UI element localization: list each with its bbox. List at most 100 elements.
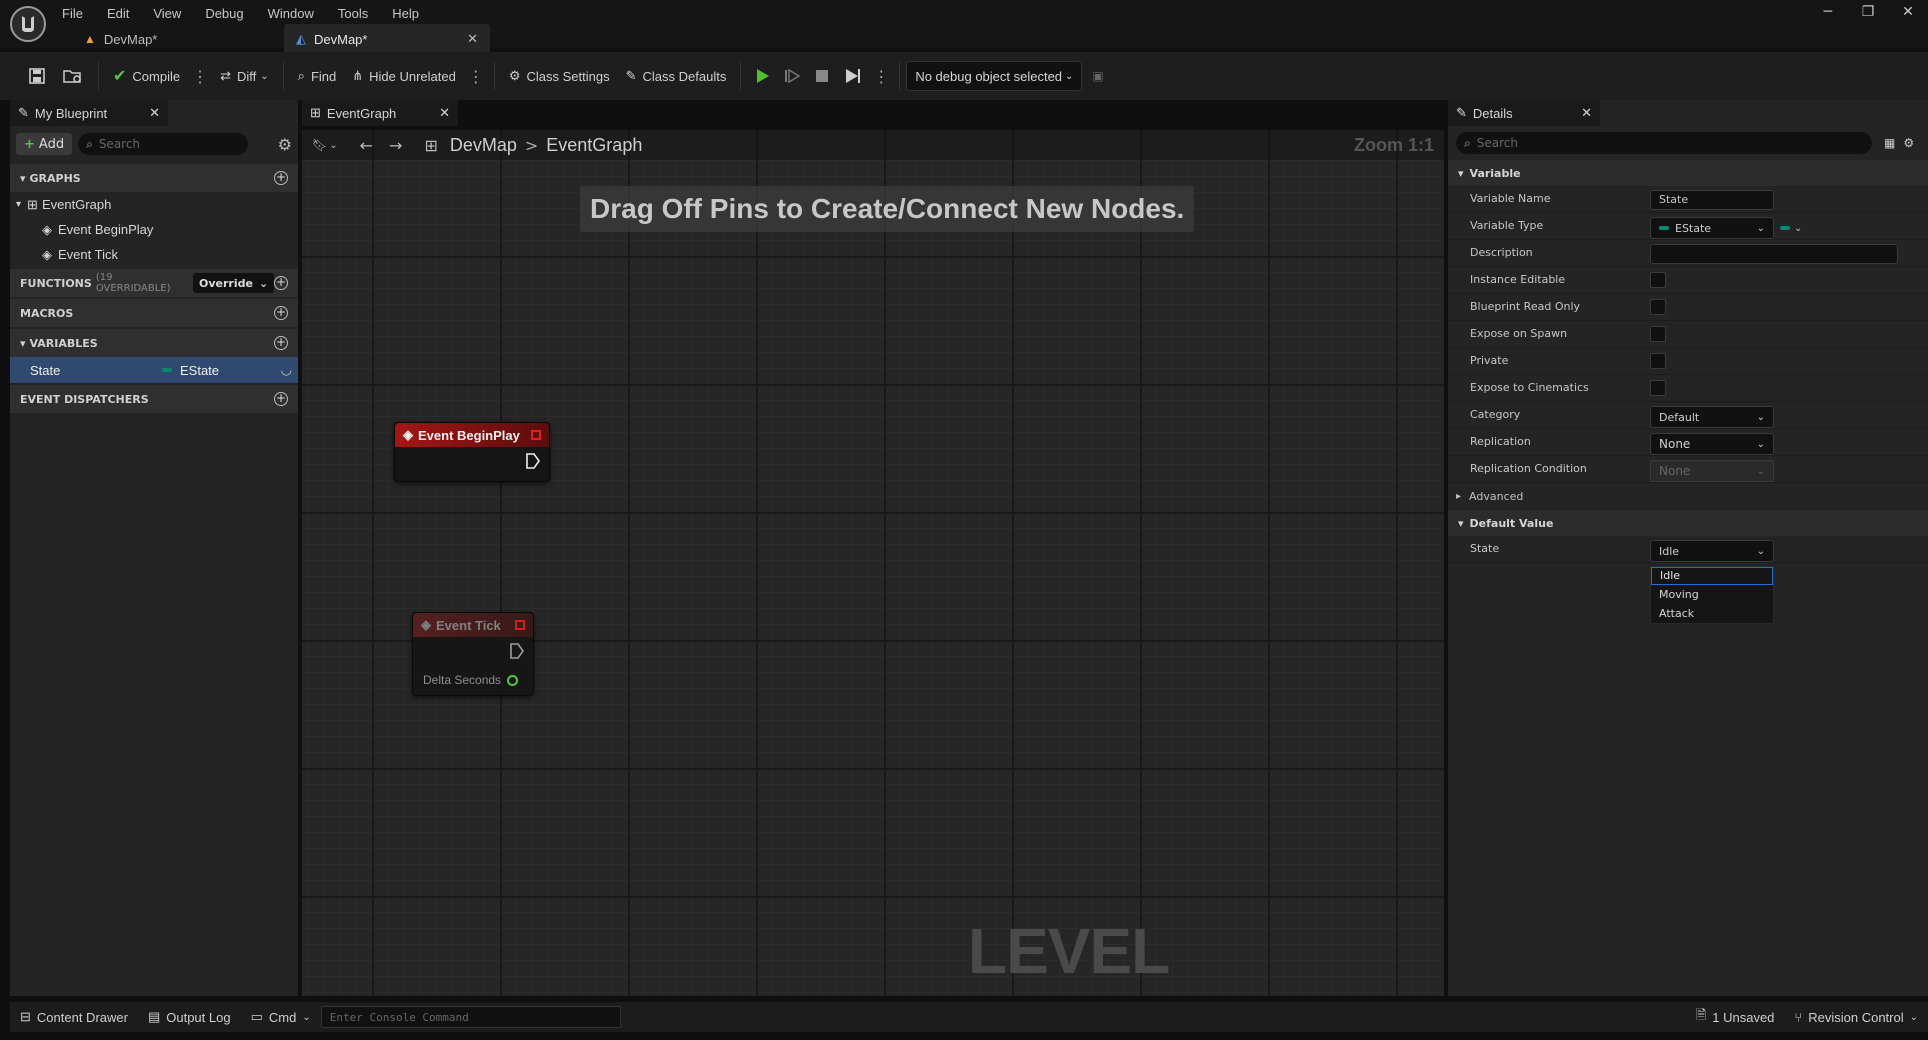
forward-arrow-icon[interactable]: → xyxy=(389,136,402,155)
add-button[interactable]: + Add xyxy=(16,133,73,155)
tab-devmap-blueprint[interactable]: ◭ DevMap* ✕ xyxy=(284,24,490,54)
functions-section-header[interactable]: FUNCTIONS (19 OVERRIDABLE) Override ⌄ + xyxy=(10,269,298,297)
tree-item-event-beginplay[interactable]: ◈ Event BeginPlay xyxy=(10,217,298,242)
node-event-beginplay[interactable]: ◈ Event BeginPlay xyxy=(394,422,550,482)
add-graph-icon[interactable]: + xyxy=(274,171,288,185)
row-expose-on-spawn: Expose on Spawn xyxy=(1448,321,1928,348)
chevron-down-icon: ⌄ xyxy=(258,276,269,290)
exec-pin-icon[interactable] xyxy=(525,453,541,469)
category-dropdown[interactable]: Default ⌄ xyxy=(1650,406,1774,428)
details-search-input[interactable]: ⌕ Search xyxy=(1456,132,1872,154)
graphs-section-header[interactable]: ▾ GRAPHS + xyxy=(10,164,298,192)
debug-object-select[interactable]: No debug object selected ⌄ xyxy=(906,61,1083,91)
dropdown-option-idle[interactable]: Idle xyxy=(1651,567,1773,585)
breadcrumb-root[interactable]: DevMap xyxy=(450,135,517,156)
gear-icon[interactable]: ⚙ xyxy=(1903,136,1914,150)
hide-unrelated-button[interactable]: ⋔ Hide Unrelated xyxy=(344,60,464,92)
expose-cinematics-checkbox[interactable] xyxy=(1650,380,1666,396)
variable-type-dropdown[interactable]: EState ⌄ xyxy=(1650,217,1774,239)
minimize-icon[interactable]: ─ xyxy=(1808,4,1848,20)
instance-editable-checkbox[interactable] xyxy=(1650,272,1666,288)
menu-edit[interactable]: Edit xyxy=(107,2,129,21)
read-only-checkbox[interactable] xyxy=(1650,299,1666,315)
add-macro-icon[interactable]: + xyxy=(274,306,288,320)
container-type-dropdown[interactable]: ⌄ xyxy=(1780,223,1802,234)
private-checkbox[interactable] xyxy=(1650,353,1666,369)
tab-details[interactable]: ✎ Details ✕ xyxy=(1448,100,1600,126)
row-advanced[interactable]: ▸ Advanced xyxy=(1448,483,1928,510)
console-command-input[interactable]: Enter Console Command xyxy=(320,1006,621,1028)
dropdown-option-moving[interactable]: Moving xyxy=(1651,585,1773,604)
collapse-arrow-icon: ▾ xyxy=(16,199,22,210)
bookmark-icon[interactable]: 🔖︎ xyxy=(312,138,327,152)
event-graph-canvas[interactable]: 🔖︎ ⌄ ← → ⊞ DevMap > EventGraph Zoom 1:1 … xyxy=(302,130,1444,996)
tab-my-blueprint[interactable]: ✎ My Blueprint ✕ xyxy=(10,100,168,126)
variable-item-state[interactable]: State EState ◡ xyxy=(10,357,298,383)
close-icon[interactable]: ✕ xyxy=(1581,105,1592,121)
play-button[interactable] xyxy=(747,60,777,92)
event-dispatchers-section-header[interactable]: EVENT DISPATCHERS + xyxy=(10,385,298,413)
dropdown-option-attack[interactable]: Attack xyxy=(1651,604,1773,623)
add-variable-icon[interactable]: + xyxy=(274,336,288,350)
tab-eventgraph[interactable]: ⊞ EventGraph ✕ xyxy=(302,100,458,126)
save-button[interactable] xyxy=(20,60,54,92)
description-field[interactable] xyxy=(1650,244,1898,264)
delta-seconds-pin[interactable]: Delta Seconds xyxy=(423,673,519,687)
debug-filter-icon[interactable]: ▣ xyxy=(1092,69,1103,83)
default-value-section-header[interactable]: ▾ Default Value xyxy=(1448,510,1928,536)
close-window-icon[interactable]: ✕ xyxy=(1888,4,1928,20)
eye-icon[interactable]: ◡ xyxy=(281,362,292,378)
delegate-pin-icon[interactable] xyxy=(531,430,541,440)
unsaved-button[interactable]: 🗎︎ 1 Unsaved xyxy=(1686,1006,1785,1028)
menu-help[interactable]: Help xyxy=(392,2,419,21)
cmd-dropdown[interactable]: ▭ Cmd ⌄ xyxy=(241,1009,321,1025)
simulate-button[interactable] xyxy=(837,60,869,92)
variables-section-header[interactable]: ▾ VARIABLES + xyxy=(10,329,298,357)
override-dropdown[interactable]: Override ⌄ xyxy=(193,273,275,293)
revision-control-button[interactable]: ⑂ Revision Control ⌄ xyxy=(1784,1010,1928,1025)
back-arrow-icon[interactable]: ← xyxy=(360,136,373,155)
play-options-icon[interactable]: ⋮ xyxy=(869,67,893,86)
add-function-icon[interactable]: + xyxy=(274,276,288,290)
more-options-icon[interactable]: ⋮ xyxy=(464,67,488,86)
menu-debug[interactable]: Debug xyxy=(205,2,243,21)
exec-pin-icon[interactable] xyxy=(509,643,525,659)
variable-section-header[interactable]: ▾ Variable xyxy=(1448,160,1928,186)
add-dispatcher-icon[interactable]: + xyxy=(274,392,288,406)
class-defaults-button[interactable]: ✎ Class Defaults xyxy=(618,60,735,92)
class-settings-button[interactable]: ⚙ Class Settings xyxy=(501,60,618,92)
close-icon[interactable]: ✕ xyxy=(439,105,450,121)
hide-unrelated-icon: ⋔ xyxy=(352,68,364,83)
tree-item-event-tick[interactable]: ◈ Event Tick xyxy=(10,242,298,267)
menu-view[interactable]: View xyxy=(153,2,181,21)
replication-dropdown[interactable]: None ⌄ xyxy=(1650,433,1774,455)
gear-icon[interactable]: ⚙ xyxy=(278,135,292,154)
menu-file[interactable]: File xyxy=(62,2,83,21)
state-default-dropdown[interactable]: Idle ⌄ xyxy=(1650,540,1774,562)
node-event-tick[interactable]: ◈ Event Tick Delta Seconds xyxy=(412,612,534,696)
blueprint-search-input[interactable]: ⌕ Search xyxy=(78,133,249,155)
step-button[interactable] xyxy=(777,60,807,92)
stop-button[interactable] xyxy=(807,60,837,92)
delegate-pin-icon[interactable] xyxy=(515,620,525,630)
menu-window[interactable]: Window xyxy=(268,2,314,21)
macros-section-header[interactable]: MACROS + xyxy=(10,299,298,327)
tree-item-eventgraph[interactable]: ▾ ⊞ EventGraph xyxy=(10,192,298,217)
replication-condition-dropdown[interactable]: None ⌄ xyxy=(1650,460,1774,482)
compile-button[interactable]: ✔ Compile xyxy=(105,60,188,92)
table-view-icon[interactable]: ▦ xyxy=(1884,136,1895,150)
close-icon[interactable]: ✕ xyxy=(149,105,160,121)
close-tab-icon[interactable]: ✕ xyxy=(467,31,478,47)
browse-button[interactable] xyxy=(54,60,92,92)
output-log-button[interactable]: ▤ Output Log xyxy=(138,1009,241,1025)
menu-tools[interactable]: Tools xyxy=(338,2,368,21)
restore-icon[interactable]: ❐ xyxy=(1848,4,1888,20)
expose-on-spawn-checkbox[interactable] xyxy=(1650,326,1666,342)
diff-button[interactable]: ⇄ Diff ⌄ xyxy=(212,60,277,92)
tab-devmap-level[interactable]: ▲ DevMap* xyxy=(72,26,169,52)
variable-name-field[interactable]: State xyxy=(1650,190,1774,210)
content-drawer-button[interactable]: ⊟ Content Drawer xyxy=(10,1009,138,1025)
breadcrumb-current: EventGraph xyxy=(546,134,643,155)
find-button[interactable]: ⌕ Find xyxy=(290,60,345,92)
compile-options-icon[interactable]: ⋮ xyxy=(188,67,212,86)
